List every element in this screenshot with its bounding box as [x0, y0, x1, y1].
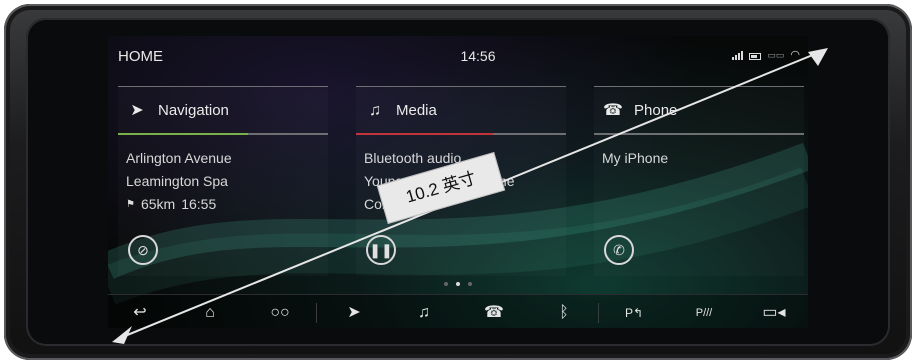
pause-icon: ❚❚ — [369, 242, 393, 258]
navigation-divider — [118, 133, 328, 135]
call-button[interactable]: ✆ — [604, 235, 634, 265]
phone-header[interactable]: ☎ Phone — [594, 87, 804, 135]
navigation-header[interactable]: ➤ Navigation — [118, 87, 328, 135]
navigation-body: Arlington Avenue Leamington Spa ⚑ 65km 1… — [126, 147, 324, 216]
bluetooth-icon[interactable]: ᛒ — [542, 301, 586, 325]
mute-guidance-icon: ⊘ — [137, 242, 149, 258]
nav-eta: 16:55 — [181, 196, 217, 212]
dock-divider — [598, 303, 599, 323]
navigation-panel[interactable]: ➤ Navigation Arlington Avenue Leamington… — [118, 86, 328, 276]
status-icons: ▭▭ ◠ — [732, 49, 800, 61]
wifi-icon: ◠ — [790, 49, 800, 61]
page-dot-active — [456, 282, 460, 286]
parking-sensor-icon[interactable]: P/// — [682, 301, 726, 325]
battery-icon — [749, 53, 762, 60]
handset-icon: ✆ — [613, 242, 625, 258]
pause-button[interactable]: ❚❚ — [366, 235, 396, 265]
navigation-accent-bar — [118, 133, 249, 135]
phone-body: My iPhone — [602, 147, 800, 170]
mute-guidance-button[interactable]: ⊘ — [128, 235, 158, 265]
phone-icon: ☎ — [603, 102, 623, 119]
dock-divider — [316, 303, 317, 323]
bottom-dock: ↩ ⌂ ○○ ➤ ♫ ☎ ᛒ P↰ P/// ▭◂ — [108, 294, 808, 328]
phone-dock-icon[interactable]: ☎ — [472, 301, 516, 325]
clock: 14:56 — [460, 48, 496, 64]
connected-icon[interactable]: ○○ — [258, 301, 302, 325]
navigation-icon[interactable]: ➤ — [332, 301, 376, 325]
home-label: HOME — [118, 48, 163, 65]
navigation-title: Navigation — [158, 102, 229, 119]
back-icon[interactable]: ↩ — [118, 301, 162, 325]
phone-title: Phone — [634, 102, 678, 119]
nav-street: Arlington Avenue — [126, 150, 232, 166]
phone-device: My iPhone — [602, 150, 669, 166]
media-icon: ♫ — [369, 102, 381, 119]
park-assist-icon[interactable]: P↰ — [612, 301, 656, 325]
phone-panel[interactable]: ☎ Phone My iPhone ✆ — [594, 86, 804, 276]
signal-strength-icon — [732, 51, 744, 60]
page-dot — [468, 282, 472, 286]
nav-eta-row: ⚑ 65km 16:55 — [126, 193, 324, 216]
navigation-arrow-icon: ➤ — [130, 102, 144, 119]
page-dot — [444, 282, 448, 286]
media-dock-icon[interactable]: ♫ — [402, 301, 446, 325]
page-indicator — [438, 282, 478, 286]
checkered-flag-icon: ⚑ — [126, 199, 135, 210]
nav-city: Leamington Spa — [126, 173, 228, 189]
home-icon[interactable]: ⌂ — [188, 301, 232, 325]
phone-divider — [594, 133, 804, 135]
media-divider — [356, 133, 566, 135]
media-accent-bar — [356, 133, 493, 135]
status-bar: HOME 14:56 ▭▭ ◠ — [108, 36, 808, 76]
nav-distance: 65km — [140, 196, 176, 212]
camera-icon[interactable]: ▭◂ — [752, 301, 796, 325]
device-status-icon: ▭▭ — [767, 50, 785, 60]
media-header[interactable]: ♫ Media — [356, 87, 566, 135]
media-title: Media — [396, 102, 437, 119]
